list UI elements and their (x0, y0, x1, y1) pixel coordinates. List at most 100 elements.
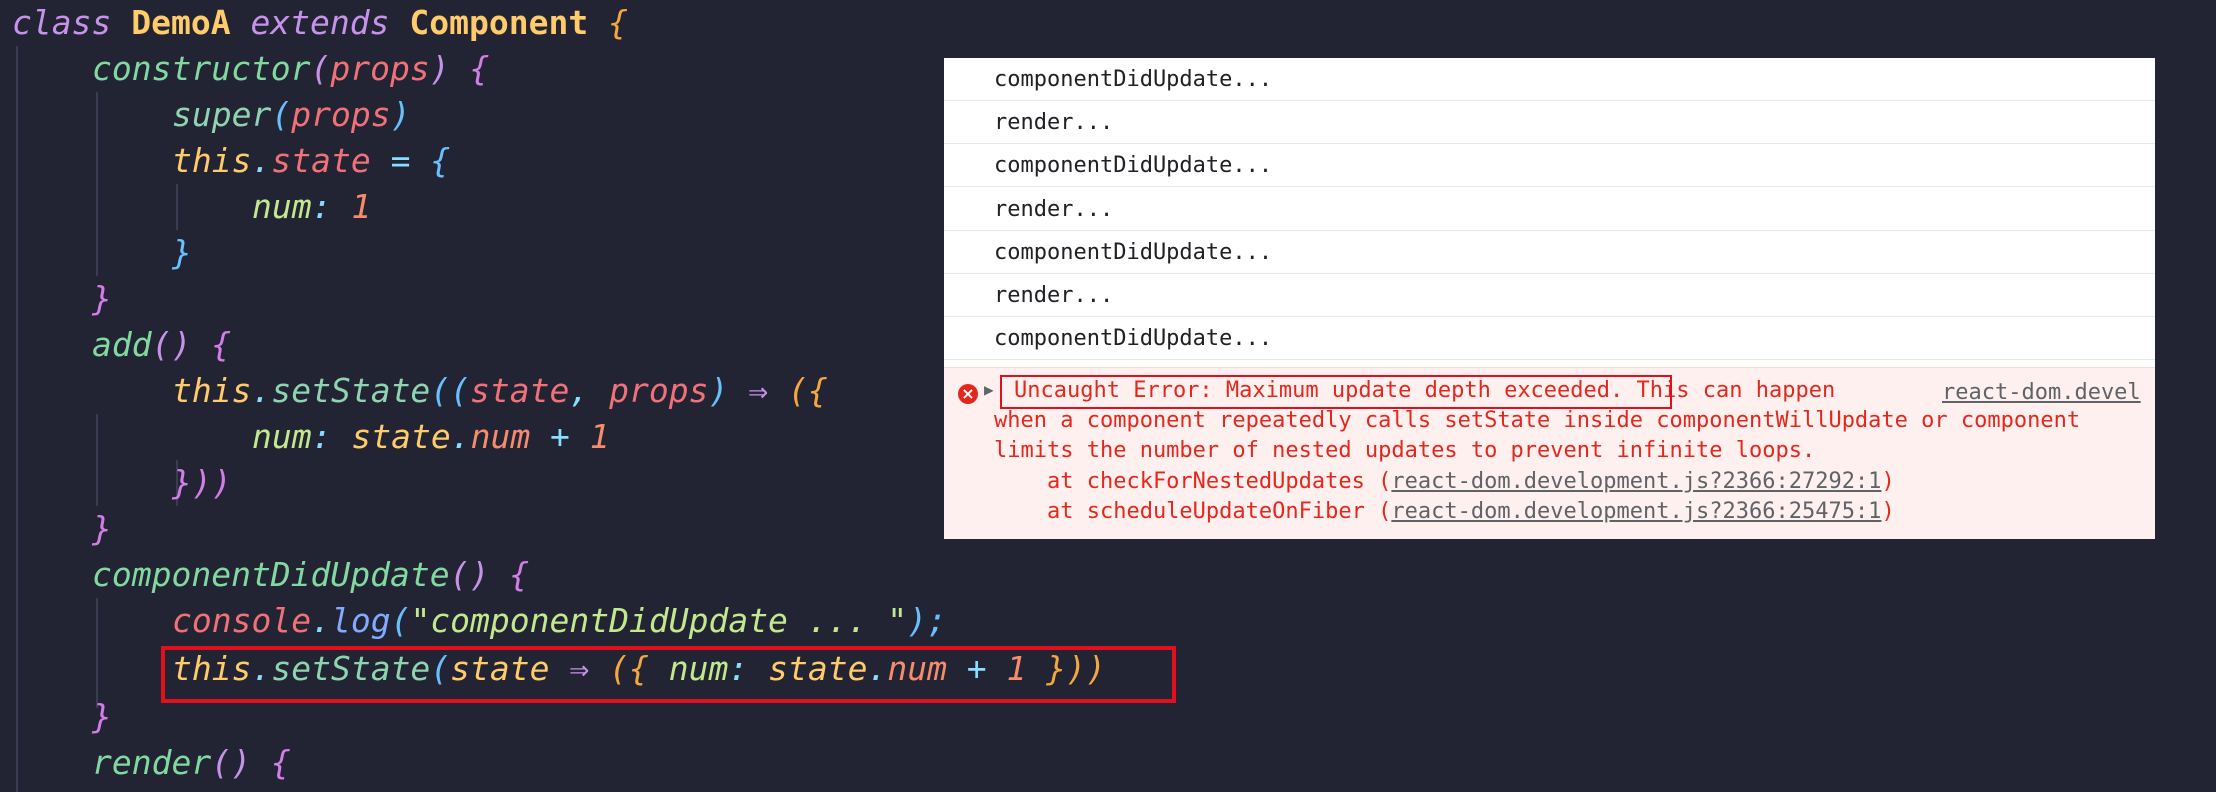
error-message-line: limits the number of nested updates to p… (994, 438, 1816, 463)
paren: (( (430, 371, 471, 410)
param: props (291, 95, 391, 134)
brace: } (92, 279, 112, 318)
paren: ( (310, 49, 331, 88)
method-name: log (330, 601, 391, 640)
indent-guide (96, 92, 98, 276)
property: num (470, 417, 531, 456)
code-line[interactable]: })) (172, 460, 232, 506)
code-line[interactable]: constructor(props) { (92, 46, 489, 92)
brace: { (270, 743, 291, 782)
code-line[interactable]: num: state.num + 1 (252, 414, 610, 460)
paren: () (449, 555, 490, 594)
code-line[interactable]: num: 1 (252, 184, 371, 230)
console-log-row[interactable]: componentDidUpdate... (944, 317, 2155, 360)
code-line[interactable]: this.setState((state, props) ⇒ ({ (172, 368, 828, 414)
paren: () (151, 325, 192, 364)
log-text: componentDidUpdate... (994, 67, 1273, 92)
this-keyword: this (172, 371, 252, 410)
brace: })) (172, 463, 232, 502)
brace: } (172, 233, 192, 272)
object-key: num (252, 187, 312, 226)
string-literal: "componentDidUpdate ... " (410, 601, 908, 640)
keyword: class (12, 3, 112, 42)
error-source-link[interactable]: react-dom.devel (1942, 378, 2141, 408)
param: props (609, 371, 709, 410)
param: props (330, 49, 430, 88)
brace: { (469, 49, 490, 88)
log-text: render... (994, 283, 1114, 308)
code-line[interactable]: console.log("componentDidUpdate ... "); (172, 598, 947, 644)
paren: () (211, 743, 251, 782)
dot: . (311, 601, 331, 640)
code-line[interactable]: super(props) (172, 92, 410, 138)
paren: ( (390, 601, 411, 640)
brace: { (509, 555, 530, 594)
paren: ); (907, 601, 947, 640)
console-error-entry[interactable]: × ▶ Uncaught Error: Maximum update depth… (944, 367, 2155, 539)
property: state (271, 141, 371, 180)
devtools-console[interactable]: componentDidUpdate... render... componen… (944, 58, 2155, 539)
brace: { (608, 3, 628, 42)
indent-guide (96, 414, 98, 506)
class-name: DemoA (131, 3, 231, 42)
console-log-row[interactable]: componentDidUpdate... (944, 231, 2155, 274)
brace: } (92, 697, 112, 736)
console-log-row[interactable]: render... (944, 188, 2155, 231)
operator: = (370, 141, 431, 180)
stack-frame: at checkForNestedUpdates (react-dom.deve… (994, 467, 1895, 497)
dot: . (450, 417, 471, 456)
brace: } (92, 509, 112, 548)
code-line[interactable]: add() { (92, 322, 231, 368)
stack-frame-text: at scheduleUpdateOnFiber ( (994, 499, 1392, 524)
code-line[interactable]: } (92, 694, 112, 740)
code-line[interactable]: componentDidUpdate() { (92, 552, 529, 598)
code-line[interactable]: } (92, 506, 112, 552)
error-highlight-box (1000, 375, 1672, 409)
code-line[interactable]: this.state = { (172, 138, 450, 184)
console-log-row[interactable]: componentDidUpdate... (944, 58, 2155, 101)
stack-frame-text: ) (1881, 469, 1895, 494)
code-line[interactable]: } (92, 276, 112, 322)
number: 1 (589, 417, 610, 456)
log-text: componentDidUpdate... (994, 326, 1273, 351)
number: 1 (351, 187, 372, 226)
identifier: state (351, 417, 451, 456)
console-log-row[interactable]: render... (944, 274, 2155, 317)
expand-caret-icon[interactable]: ▶ (984, 380, 994, 399)
paren: ) (429, 49, 450, 88)
function-name: super (172, 95, 272, 134)
log-text: componentDidUpdate... (994, 153, 1273, 178)
code-line[interactable]: class DemoA extends Component { (12, 0, 628, 46)
dot: . (251, 371, 272, 410)
paren: ) (390, 95, 411, 134)
operator: + (530, 417, 590, 456)
colon: : (311, 417, 352, 456)
stack-frame-link[interactable]: react-dom.development.js?2366:27292:1 (1391, 469, 1881, 494)
log-text: render... (994, 197, 1114, 222)
identifier: console (172, 601, 312, 640)
indent-guide (16, 46, 18, 792)
brace: { (211, 325, 232, 364)
function-name: add (92, 325, 152, 364)
highlight-box (161, 646, 1176, 703)
param: state (470, 371, 570, 410)
console-log-row[interactable]: render... (944, 101, 2155, 144)
brace: ({ (787, 371, 828, 410)
stack-frame-link[interactable]: react-dom.development.js?2366:25475:1 (1391, 499, 1881, 524)
indent-guide (176, 184, 178, 230)
object-key: num (252, 417, 312, 456)
console-log-row[interactable]: componentDidUpdate... (944, 144, 2155, 187)
brace: { (430, 141, 451, 180)
this-keyword: this (172, 141, 252, 180)
arrow: ⇒ (728, 371, 788, 410)
paren: ) (708, 371, 729, 410)
dot: . (251, 141, 272, 180)
code-line[interactable]: render() { (92, 740, 291, 786)
code-line[interactable]: } (172, 230, 192, 276)
keyword: extends (250, 3, 390, 42)
colon: : (311, 187, 352, 226)
stack-frame: at scheduleUpdateOnFiber (react-dom.deve… (994, 497, 1895, 527)
function-name: constructor (92, 49, 311, 88)
stack-frame-text: at checkForNestedUpdates ( (994, 469, 1392, 494)
function-name: render (92, 743, 212, 782)
